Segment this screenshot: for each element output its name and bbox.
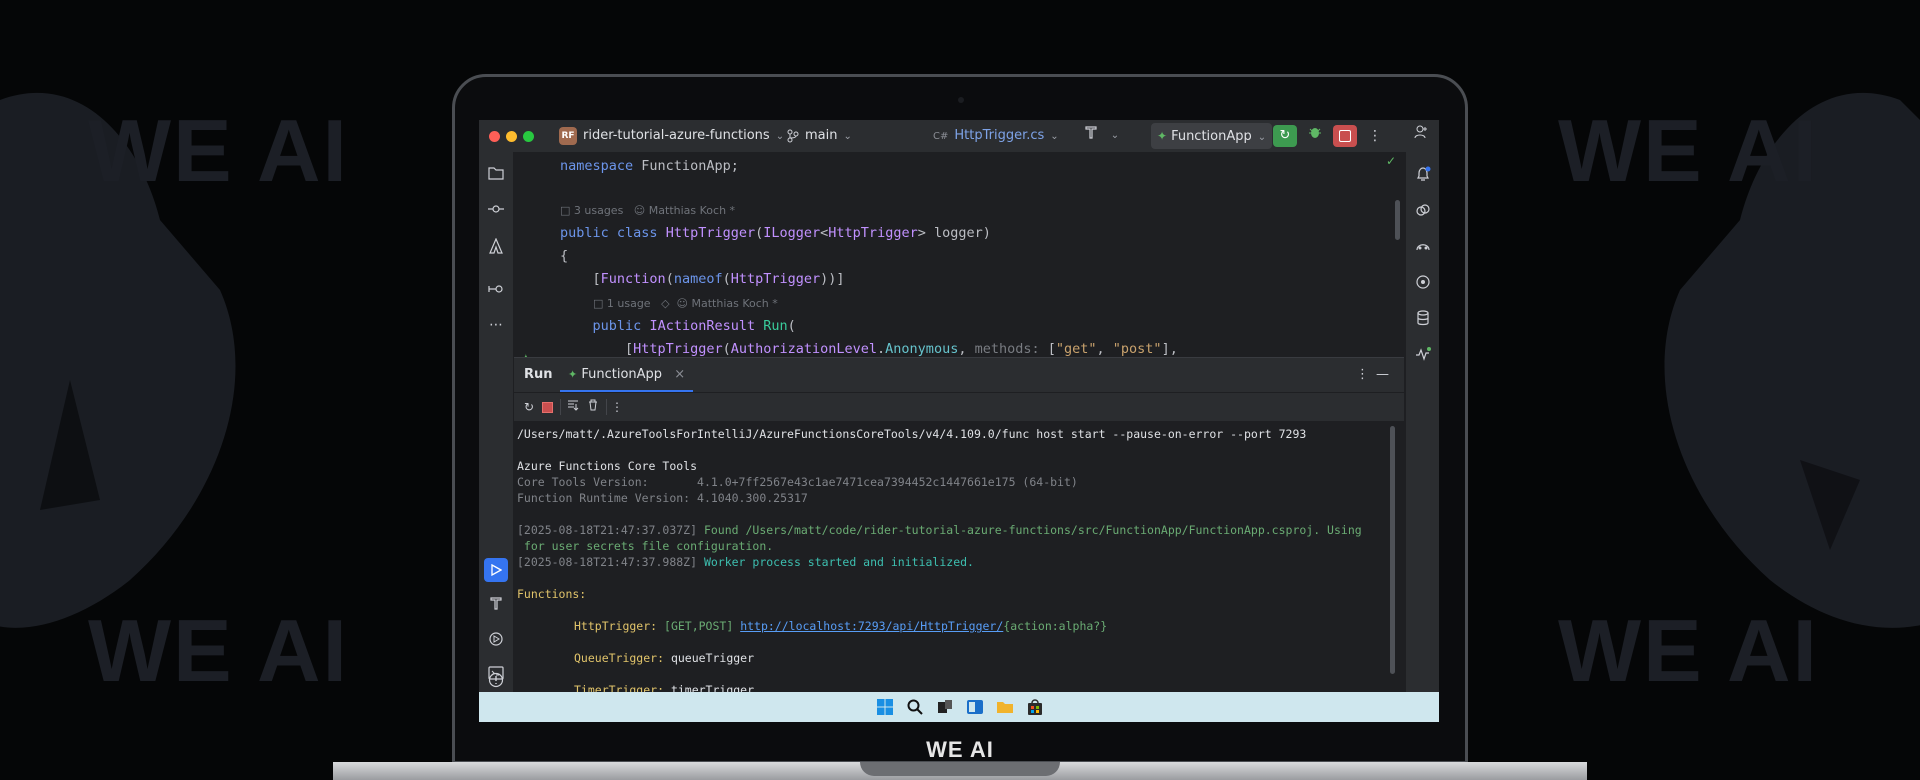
endpoints-icon[interactable] [1414, 274, 1432, 292]
chevron-down-icon: ⌄ [775, 131, 785, 142]
right-tool-strip [1405, 152, 1439, 692]
services-icon[interactable] [487, 632, 505, 650]
windows-start-icon[interactable] [876, 698, 894, 716]
store-icon[interactable] [1026, 698, 1044, 716]
branch-name: main [805, 128, 838, 143]
console-line: QueueTrigger: queueTrigger [574, 651, 755, 665]
usages-hint[interactable]: □ 1 usage ◇ ☺ Matthias Koch * [593, 297, 778, 310]
add-user-icon[interactable] [1409, 125, 1433, 147]
ai-icon[interactable] [1414, 202, 1432, 220]
close-tab-icon[interactable]: × [674, 367, 685, 382]
stop-button[interactable] [1333, 125, 1357, 147]
console-line: Functions: [517, 587, 587, 601]
console-line: [2025-08-18T21:47:37.037Z] Found /Users/… [517, 523, 1362, 537]
branch-icon [787, 129, 799, 142]
watermark-logo: WE AI [88, 101, 349, 200]
rerun-icon[interactable]: ↻ [520, 398, 538, 416]
tab-function-app[interactable]: ✦ FunctionApp × [560, 358, 694, 392]
project-selector[interactable]: RF rider-tutorial-azure-functions ⌄ [559, 120, 784, 152]
laptop-logo: WE AI [926, 737, 994, 762]
console-line: Function Runtime Version: 4.1040.300.253… [517, 491, 808, 505]
run-toolbar: ↻ ⋮ [514, 392, 1404, 421]
clear-icon[interactable] [584, 398, 602, 416]
folder-icon[interactable] [487, 166, 505, 184]
notifications-icon[interactable] [1414, 166, 1432, 184]
left-tool-strip: ⋯ [479, 152, 514, 692]
console-line: Core Tools Version: 4.1.0+7ff2567e43c1ae… [517, 475, 1078, 489]
function-app-icon: ✦ [568, 368, 578, 381]
console-line: Azure Functions Core Tools [517, 459, 698, 473]
run-config-selector[interactable]: ✦ FunctionApp ⌄ [1151, 123, 1273, 149]
console-output[interactable]: /Users/matt/.AzureToolsForIntelliJ/Azure… [514, 422, 1394, 693]
function-url-link[interactable]: http://localhost:7293/api/HttpTrigger/ [740, 619, 1003, 633]
database-icon[interactable] [1414, 310, 1432, 328]
watermark-logo: WE AI [1558, 101, 1819, 200]
chevron-down-icon: ⌄ [843, 131, 852, 142]
close-window-button[interactable] [489, 131, 500, 142]
file-name: HttpTrigger.cs [954, 128, 1045, 143]
scroll-to-end-icon[interactable] [564, 398, 582, 416]
chevron-down-icon[interactable]: ⌄ [1103, 125, 1127, 147]
more-icon[interactable]: ⋯ [487, 316, 505, 334]
code-line: namespace FunctionApp; [560, 158, 739, 174]
project-name: rider-tutorial-azure-functions [583, 128, 770, 143]
laptop-notch [860, 762, 1060, 776]
code-line: public class HttpTrigger(ILogger<HttpTri… [560, 225, 991, 241]
hammer-icon[interactable] [1079, 125, 1103, 147]
more-icon[interactable]: ⋮ [608, 398, 626, 416]
watermark-logo: WE AI [88, 601, 349, 700]
console-line: for user secrets file configuration. [517, 539, 774, 553]
title-bar: RF rider-tutorial-azure-functions ⌄ main ⌄ … [479, 120, 1439, 152]
problems-icon[interactable] [487, 672, 505, 690]
rerun-button[interactable]: ↻ [1273, 125, 1297, 147]
run-panel-title: Run [524, 367, 553, 382]
more-icon[interactable]: ⋮ [1356, 358, 1369, 392]
maximize-window-button[interactable] [523, 131, 534, 142]
code-line: [HttpTrigger(AuthorizationLevel.Anonymou… [625, 341, 1178, 357]
widgets-icon[interactable] [966, 698, 984, 716]
code-line: public IActionResult Run( [592, 318, 796, 334]
file-explorer-icon[interactable] [996, 698, 1014, 716]
usages-hint[interactable]: □ 3 usages ☺ Matthias Koch * [560, 204, 735, 217]
azure-icon[interactable] [487, 237, 505, 256]
console-line: HttpTrigger: [GET,POST] http://localhost… [574, 619, 1108, 633]
more-icon[interactable]: ⋮ [1363, 125, 1387, 147]
code-line: { [560, 248, 569, 264]
console-line: /Users/matt/.AzureToolsForIntelliJ/Azure… [517, 427, 1307, 441]
run-icon[interactable] [484, 558, 508, 582]
minimize-window-button[interactable] [506, 131, 517, 142]
ide-window: RF rider-tutorial-azure-functions ⌄ main ⌄ … [479, 120, 1439, 722]
chevron-down-icon: ⌄ [1257, 132, 1267, 143]
console-scrollbar[interactable] [1390, 426, 1395, 674]
tab-label: FunctionApp [581, 367, 663, 382]
branch-selector[interactable]: main ⌄ [787, 120, 852, 152]
minimize-panel-icon[interactable]: — [1376, 358, 1389, 392]
stop-icon[interactable] [538, 398, 556, 416]
copilot-icon[interactable] [1414, 238, 1432, 256]
task-view-icon[interactable] [936, 698, 954, 716]
run-tool-window: Run ✦ FunctionApp × ⋮ — ↻ ⋮ /Users/matt/… [514, 357, 1404, 693]
build-icon[interactable] [487, 596, 505, 614]
code-line: [Function(nameof(HttpTrigger))] [592, 271, 845, 287]
debug-button[interactable] [1303, 125, 1327, 147]
inspection-ok-icon: ✓ [1386, 154, 1397, 168]
editor-scrollbar[interactable] [1395, 200, 1400, 240]
run-config-name: FunctionApp [1171, 129, 1252, 144]
run-panel-header: Run ✦ FunctionApp × ⋮ — [514, 358, 1404, 392]
commit-icon[interactable] [487, 202, 505, 220]
profiler-icon[interactable] [1414, 346, 1432, 364]
chevron-down-icon: ⌄ [1050, 131, 1059, 142]
file-selector[interactable]: C# HttpTrigger.cs ⌄ [933, 120, 1059, 152]
search-icon[interactable] [906, 698, 924, 716]
function-app-icon: ✦ [1157, 129, 1168, 143]
code-editor[interactable]: ✦ ✓ namespace FunctionApp; □ 3 usages ☺ … [514, 152, 1404, 388]
taskbar [479, 692, 1439, 722]
structure-icon[interactable] [487, 282, 505, 300]
watermark-logo: WE AI [1558, 601, 1819, 700]
webcam [958, 97, 964, 103]
project-chip: RF [559, 126, 577, 145]
console-line: [2025-08-18T21:47:37.988Z] Worker proces… [517, 555, 974, 569]
csharp-file-icon: C# [933, 131, 949, 142]
